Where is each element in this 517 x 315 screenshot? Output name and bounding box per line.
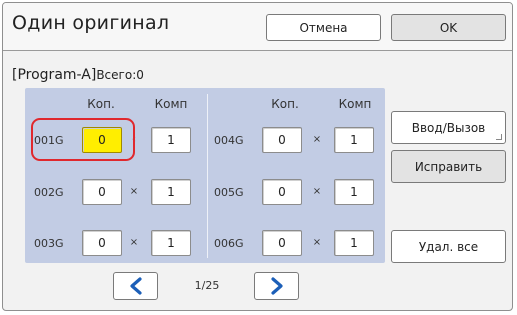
- selection-highlight-ring: [31, 118, 135, 161]
- multiply-sign: ×: [312, 186, 322, 197]
- delete-all-button[interactable]: Удал. все: [391, 230, 506, 263]
- program-total: Всего:0: [96, 68, 144, 82]
- copies-field-005g[interactable]: 0: [262, 179, 302, 205]
- dialog-window: Один оригинал Отмена OK [Program-A]Всего…: [2, 2, 513, 311]
- row-label-004g: 004G: [214, 134, 244, 147]
- enter-call-button[interactable]: Ввод/Вызов: [391, 111, 506, 144]
- multiply-sign: ×: [312, 237, 322, 248]
- program-info: [Program-A]Всего:0: [12, 67, 144, 83]
- multiply-sign: ×: [129, 186, 139, 197]
- ok-button[interactable]: OK: [391, 14, 506, 41]
- dialog-header: Один оригинал Отмена OK: [3, 3, 512, 51]
- sets-field-003g[interactable]: 1: [151, 230, 191, 256]
- chevron-right-icon: [270, 277, 283, 295]
- left-copies-header: Коп.: [87, 97, 115, 111]
- sets-field-002g[interactable]: 1: [151, 179, 191, 205]
- next-page-button[interactable]: [254, 272, 299, 300]
- multiply-sign: ×: [312, 134, 322, 145]
- cancel-button[interactable]: Отмена: [266, 14, 381, 41]
- group-table-panel: Коп. Комп Коп. Комп 001G 0 ‹ 1 002G 0 × …: [25, 88, 385, 263]
- chevron-left-icon: [129, 277, 142, 295]
- row-label-006g: 006G: [214, 237, 244, 250]
- row-label-003g: 003G: [34, 237, 64, 250]
- dialog-title: Один оригинал: [12, 12, 170, 34]
- page-indicator: 1/25: [194, 279, 220, 292]
- sets-field-006g[interactable]: 1: [334, 230, 374, 256]
- sets-field-004g[interactable]: 1: [334, 127, 374, 153]
- row-label-005g: 005G: [214, 186, 244, 199]
- column-divider: [207, 94, 208, 258]
- copies-field-003g[interactable]: 0: [82, 230, 122, 256]
- copies-field-004g[interactable]: 0: [262, 127, 302, 153]
- enter-call-label: Ввод/Вызов: [411, 120, 486, 135]
- multiply-sign: ×: [129, 237, 139, 248]
- prev-page-button[interactable]: [113, 272, 158, 300]
- sets-field-001g[interactable]: 1: [151, 127, 191, 153]
- copies-field-002g[interactable]: 0: [82, 179, 122, 205]
- right-copies-header: Коп.: [271, 97, 299, 111]
- left-sets-header: Комп: [154, 97, 188, 111]
- right-sets-header: Комп: [338, 97, 372, 111]
- sets-field-005g[interactable]: 1: [334, 179, 374, 205]
- more-options-corner-icon: [496, 134, 502, 140]
- row-label-002g: 002G: [34, 186, 64, 199]
- program-name: [Program-A]: [12, 67, 97, 83]
- edit-button[interactable]: Исправить: [391, 150, 506, 183]
- copies-field-006g[interactable]: 0: [262, 230, 302, 256]
